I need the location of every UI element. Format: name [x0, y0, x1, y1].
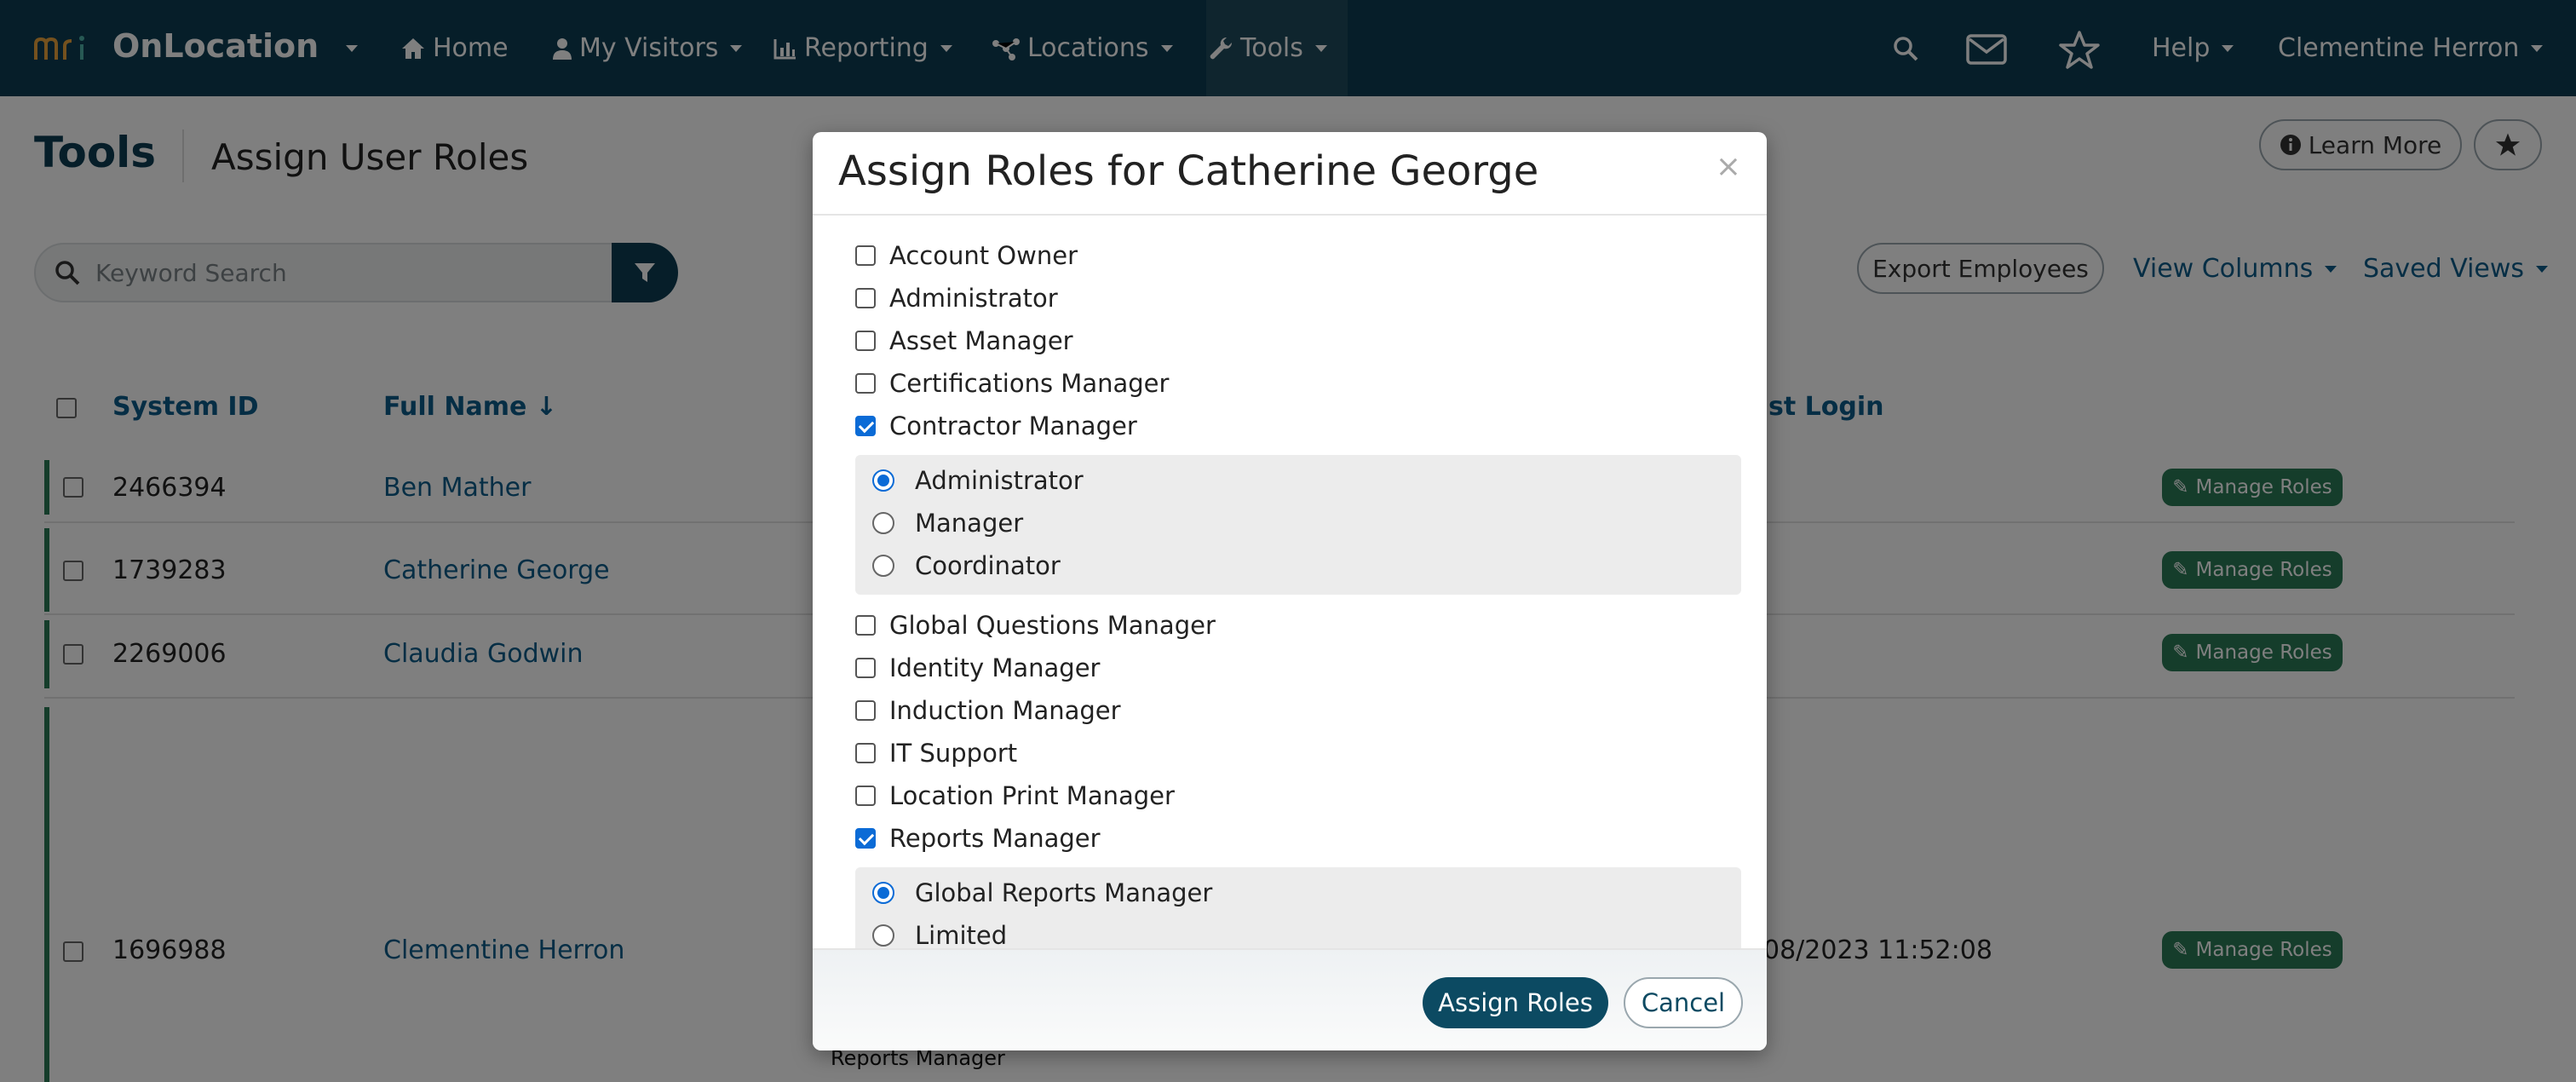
contractor-manager-options: Administrator Manager Coordinator [855, 455, 1741, 595]
role-label: Administrator [889, 284, 1058, 313]
role-label: Account Owner [889, 241, 1078, 270]
role-label: Asset Manager [889, 326, 1073, 355]
modal-body: Account Owner Administrator Asset Manage… [813, 217, 1767, 948]
role-label: Certifications Manager [889, 369, 1170, 398]
role-checkbox[interactable] [855, 658, 876, 678]
modal-header: Assign Roles for Catherine George × [813, 132, 1767, 216]
radio-label: Limited [915, 921, 1008, 948]
role-label: Contractor Manager [889, 412, 1137, 440]
assign-roles-dialog: Assign Roles for Catherine George × Acco… [813, 132, 1767, 1050]
reports-option-global-reports-manager[interactable]: Global Reports Manager [872, 878, 1212, 907]
radio-label: Global Reports Manager [915, 878, 1213, 907]
role-checkbox[interactable] [855, 416, 876, 436]
role-label: Location Print Manager [889, 781, 1175, 810]
role-checkbox[interactable] [855, 700, 876, 721]
radio-button[interactable] [872, 512, 894, 534]
role-checkbox[interactable] [855, 288, 876, 308]
role-checkbox[interactable] [855, 786, 876, 806]
role-checkbox[interactable] [855, 373, 876, 394]
role-contractor-manager[interactable]: Contractor Manager [855, 412, 1137, 440]
role-location-print-manager[interactable]: Location Print Manager [855, 781, 1175, 810]
reports-option-limited[interactable]: Limited [872, 921, 1007, 948]
role-identity-manager[interactable]: Identity Manager [855, 653, 1100, 682]
role-label: Induction Manager [889, 696, 1121, 725]
role-checkbox[interactable] [855, 615, 876, 636]
radio-label: Administrator [915, 466, 1084, 495]
radio-label: Manager [915, 509, 1024, 538]
role-it-support[interactable]: IT Support [855, 739, 1017, 768]
reports-manager-options: Global Reports Manager Limited [855, 867, 1741, 948]
role-checkbox[interactable] [855, 331, 876, 351]
role-label: IT Support [889, 739, 1018, 768]
contractor-option-manager[interactable]: Manager [872, 509, 1023, 538]
role-induction-manager[interactable]: Induction Manager [855, 696, 1121, 725]
contractor-option-administrator[interactable]: Administrator [872, 466, 1084, 495]
radio-label: Coordinator [915, 551, 1061, 580]
radio-button[interactable] [872, 555, 894, 577]
role-asset-manager[interactable]: Asset Manager [855, 326, 1073, 355]
radio-button[interactable] [872, 469, 894, 492]
role-label: Reports Manager [889, 824, 1101, 853]
contractor-option-coordinator[interactable]: Coordinator [872, 551, 1061, 580]
role-reports-manager[interactable]: Reports Manager [855, 824, 1101, 853]
role-checkbox[interactable] [855, 743, 876, 763]
radio-button[interactable] [872, 882, 894, 904]
role-checkbox[interactable] [855, 245, 876, 266]
modal-title: Assign Roles for Catherine George [838, 147, 1539, 195]
role-certifications-manager[interactable]: Certifications Manager [855, 369, 1169, 398]
close-icon[interactable]: × [1716, 149, 1741, 184]
role-label: Global Questions Manager [889, 611, 1216, 640]
role-account-owner[interactable]: Account Owner [855, 241, 1078, 270]
role-administrator[interactable]: Administrator [855, 284, 1058, 313]
role-checkbox[interactable] [855, 828, 876, 849]
role-global-questions-manager[interactable]: Global Questions Manager [855, 611, 1216, 640]
assign-roles-button[interactable]: Assign Roles [1423, 977, 1608, 1028]
radio-button[interactable] [872, 924, 894, 947]
role-label: Identity Manager [889, 653, 1101, 682]
modal-footer: Assign Roles Cancel [813, 948, 1767, 1050]
cancel-button[interactable]: Cancel [1624, 977, 1743, 1028]
